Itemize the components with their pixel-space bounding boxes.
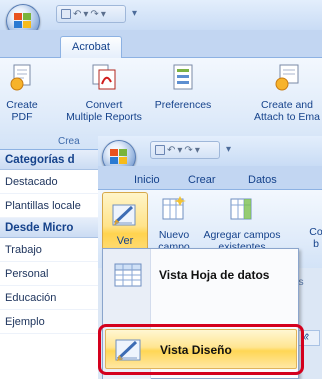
undo-icon[interactable]: ↶ [167,145,175,156]
agregar-campos-existentes-button[interactable]: Agregar campos existentes [198,194,286,253]
nav-item-plantillas-locales[interactable]: Plantillas locale [0,194,99,218]
tab-crear[interactable]: Crear [188,170,216,190]
preferences-icon [173,64,193,90]
nav-item-destacado[interactable]: Destacado [0,170,99,194]
title-bar: ↶ ▾ ↷ ▾ ▾ [0,0,322,38]
quick-access-toolbar: ↶ ▾ ↷ ▾ [150,141,220,159]
office-logo-icon [14,13,31,28]
tab-acrobat[interactable]: Acrobat [60,36,122,59]
new-field-icon [162,196,186,220]
customize-qat-icon[interactable]: ▾ [132,8,137,19]
partial-ribbon-button[interactable]: Co b [306,194,322,250]
convert-reports-icon [92,64,116,90]
menu-item-vista-hoja-de-datos[interactable]: Vista Hoja de datos [105,255,297,295]
nuevo-campo-button[interactable]: Nuevo campo [152,194,196,253]
create-attach-icon [275,64,299,91]
template-category-pane: Categorías d Destacado Plantillas locale… [0,150,100,379]
add-fields-icon [230,198,252,220]
design-view-icon [112,204,136,226]
create-pdf-icon [10,64,31,91]
nav-item-educacion[interactable]: Educación [0,286,99,310]
ver-label: Ver [116,235,134,247]
redo-icon[interactable]: ↷ [184,145,192,156]
categories-header: Categorías d [0,150,99,170]
customize-qat-icon[interactable]: ▾ [226,144,231,155]
tab-inicio[interactable]: Inicio [134,170,160,190]
save-icon[interactable] [61,9,71,19]
tab-datos[interactable]: Datos [248,170,277,190]
desde-microsoft-header: Desde Micro [0,218,99,238]
ribbon-tabs: Inicio Crear Datos [98,166,322,190]
create-pdf-button[interactable]: Create PDF [2,62,42,123]
office-logo-icon [110,149,127,164]
ribbon-tabs: Acrobat [0,30,322,59]
annotation-highlight [98,324,304,375]
create-and-attach-button[interactable]: Create and Attach to Ema [252,62,322,123]
nav-item-personal[interactable]: Personal [0,262,99,286]
partial-icon [306,194,322,222]
redo-icon[interactable]: ↷ [90,9,98,20]
quick-access-toolbar: ↶ ▾ ↷ ▾ [56,5,126,23]
nav-item-ejemplo[interactable]: Ejemplo [0,310,99,334]
menu-item-label: Vista Hoja de datos [159,268,270,282]
save-icon[interactable] [155,145,165,155]
ribbon-group-label: Crea [58,136,80,147]
convert-multiple-reports-button[interactable]: Convert Multiple Reports [58,62,150,123]
preferences-button[interactable]: Preferences [150,62,216,111]
undo-icon[interactable]: ↶ [73,9,81,20]
title-bar: ↶ ▾ ↷ ▾ ▾ [98,136,322,174]
nav-item-trabajo[interactable]: Trabajo [0,238,99,262]
datasheet-view-icon [114,263,142,287]
